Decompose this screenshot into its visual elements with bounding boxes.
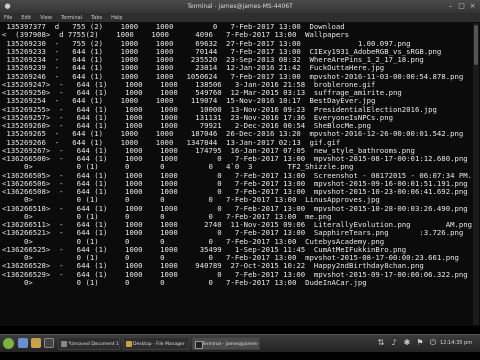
task-label: *Unsaved Document 1 [68,342,119,347]
title-bar[interactable]: ● Terminal - james@james-MS-4406T – □ × [0,0,480,13]
menu-terminal[interactable]: Terminal [61,15,82,21]
terminal-icon [195,341,203,349]
terminal-window: ● Terminal - james@james-MS-4406T – □ × … [0,0,480,326]
bottom-panel: *Unsaved Document 1 Desktop - File Manag… [0,334,480,352]
browser-launcher-icon[interactable] [18,338,28,348]
task-terminal[interactable]: Terminal - james@james-MS-... [192,337,260,350]
power-icon[interactable]: ⏻ [428,338,438,348]
scrollbar[interactable] [473,23,479,325]
maximize-icon[interactable]: □ [457,2,466,11]
bluetooth-icon[interactable]: ✱ [402,338,412,348]
task-text-editor[interactable]: *Unsaved Document 1 [58,337,120,350]
clock[interactable]: 12:14:35 pm [440,337,472,350]
text-editor-icon [61,341,67,347]
folder-icon [126,341,132,347]
menu-bar: File Edit View Terminal Tabs Help [0,13,480,22]
menu-file[interactable]: File [4,15,12,21]
files-launcher-icon[interactable] [31,338,41,348]
terminal-launcher-icon[interactable] [44,338,54,348]
menu-tabs[interactable]: Tabs [91,15,102,21]
window-title: Terminal - james@james-MS-4406T [187,3,293,10]
network-icon[interactable]: ⇅ [376,338,386,348]
task-label: Desktop - File Manager [133,342,185,347]
menu-view[interactable]: View [40,15,52,21]
terminal-output[interactable]: 135397377 d 755 (2) 1000 1000 0 7-Feb-20… [2,23,472,325]
menu-help[interactable]: Help [111,15,122,21]
start-menu-icon[interactable] [3,338,14,349]
menu-edit[interactable]: Edit [21,15,31,21]
task-label: Terminal - james@james-MS-... [202,342,259,347]
task-file-manager[interactable]: Desktop - File Manager [123,337,189,350]
notification-icon[interactable]: ⚑ [415,338,425,348]
close-icon[interactable]: × [468,2,477,11]
taskbar: *Unsaved Document 1 Desktop - File Manag… [0,326,480,360]
minimize-icon[interactable]: – [446,2,455,11]
volume-icon[interactable]: ♪ [389,338,399,348]
scrollbar-thumb[interactable] [474,25,478,65]
terminal-line: 0> 0 (1) 0 0 0 7-Feb-2017 13:00 DudeInAC… [2,277,367,287]
